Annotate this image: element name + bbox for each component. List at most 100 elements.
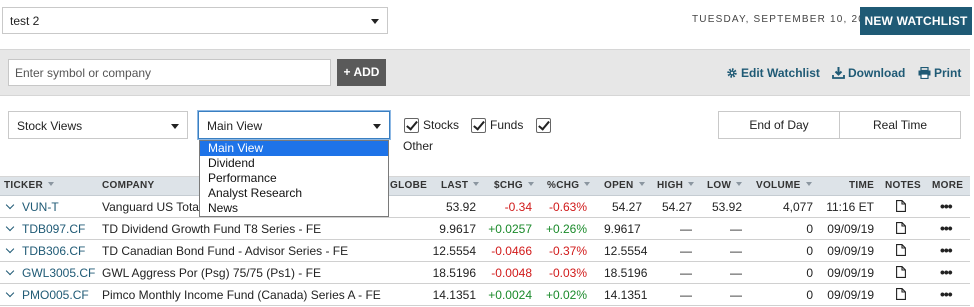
table-row[interactable]: PMO005.CF Pimco Monthly Income Fund (Can… [0, 284, 970, 306]
last-price: 18.5196 [432, 266, 476, 280]
dropdown-option-dividend[interactable]: Dividend [200, 156, 388, 171]
col-header-pchg[interactable]: %CHG [547, 180, 591, 191]
volume: 0 [806, 288, 813, 302]
sort-icon [736, 182, 743, 186]
table-row[interactable]: GWL3005.CF GWL Aggress Por (Psg) 75/75 (… [0, 262, 970, 284]
last-price: 14.1351 [432, 288, 476, 302]
more-options-icon[interactable]: ••• [940, 220, 953, 236]
add-button[interactable]: + ADD [337, 59, 386, 86]
funds-checkbox[interactable] [471, 118, 486, 133]
chevron-down-icon[interactable] [5, 288, 15, 298]
time: 09/09/19 [827, 266, 874, 280]
high-price: 54.27 [661, 200, 692, 214]
col-header-low[interactable]: LOW [707, 180, 743, 191]
sort-icon [527, 182, 534, 186]
time: 09/09/19 [827, 244, 874, 258]
stocks-checkbox[interactable] [404, 118, 419, 133]
high-price: — [680, 222, 692, 236]
dropdown-option-performance[interactable]: Performance [200, 171, 388, 186]
download-link[interactable]: Download [832, 66, 905, 80]
edit-watchlist-link[interactable]: Edit Watchlist [726, 66, 820, 80]
other-checkbox[interactable] [536, 118, 551, 133]
percent-change: +0.02% [545, 288, 587, 302]
end-of-day-button[interactable]: End of Day [719, 112, 839, 138]
table-row[interactable]: TDB097.CF TD Dividend Growth Fund T8 Ser… [0, 218, 970, 240]
ticker-link[interactable]: TDB097.CF [22, 222, 85, 236]
chevron-down-icon[interactable] [5, 222, 15, 232]
chevron-down-icon [171, 124, 179, 129]
dropdown-option-main-view[interactable]: Main View [200, 141, 388, 156]
download-icon [832, 67, 845, 79]
more-options-icon[interactable]: ••• [940, 198, 953, 214]
note-icon[interactable] [896, 200, 906, 212]
open-price: 12.5554 [604, 244, 648, 258]
col-header-company[interactable]: COMPANY [102, 180, 154, 191]
more-options-icon[interactable]: ••• [940, 286, 953, 302]
open-price: 9.9617 [604, 222, 641, 236]
col-header-ticker[interactable]: TICKER [4, 180, 55, 191]
col-header-time[interactable]: TIME [849, 180, 874, 191]
dropdown-option-analyst-research[interactable]: Analyst Research [200, 186, 388, 201]
volume: 4,077 [782, 200, 813, 214]
col-header-globe[interactable]: GLOBE [390, 180, 427, 191]
last-price: 9.9617 [439, 222, 476, 236]
more-options-icon[interactable]: ••• [940, 264, 953, 280]
volume: 0 [806, 244, 813, 258]
other-checkbox-label: Other [403, 139, 434, 153]
low-price: — [730, 288, 742, 302]
col-header-chg[interactable]: $CHG [494, 180, 534, 191]
symbol-search-input[interactable] [8, 59, 331, 86]
volume: 0 [806, 266, 813, 280]
low-price: — [730, 266, 742, 280]
print-link[interactable]: Print [918, 66, 961, 80]
ticker-link[interactable]: GWL3005.CF [22, 266, 95, 280]
sort-icon [473, 182, 480, 186]
download-label: Download [848, 66, 906, 80]
col-header-high[interactable]: HIGH [657, 180, 695, 191]
ticker-link[interactable]: TDB306.CF [22, 244, 85, 258]
real-time-button[interactable]: Real Time [839, 112, 960, 138]
sort-icon [48, 182, 55, 186]
col-header-last[interactable]: LAST [441, 180, 480, 191]
low-price: — [730, 222, 742, 236]
company-name: GWL Aggress Por (Psg) 75/75 (Ps1) - FE [102, 266, 321, 280]
chevron-down-icon[interactable] [5, 266, 15, 276]
open-price: 14.1351 [604, 288, 648, 302]
edit-watchlist-label: Edit Watchlist [741, 66, 820, 80]
sort-icon [805, 182, 812, 186]
company-name: TD Canadian Bond Fund - Advisor Series -… [102, 244, 349, 258]
dropdown-option-news[interactable]: News [200, 201, 388, 216]
volume: 0 [806, 222, 813, 236]
new-watchlist-button[interactable]: NEW WATCHLIST [860, 7, 972, 35]
table-row[interactable]: VUN-T Vanguard US Total M 53.92 -0.34 -0… [0, 196, 970, 218]
main-view-select[interactable]: Main View [198, 111, 390, 139]
note-icon[interactable] [896, 288, 906, 300]
high-price: — [680, 244, 692, 258]
low-price: — [730, 244, 742, 258]
sort-icon [688, 182, 695, 186]
watchlist-select[interactable]: test 2 [2, 7, 388, 34]
chevron-down-icon [373, 124, 381, 129]
ticker-link[interactable]: PMO005.CF [22, 288, 89, 302]
more-options-icon[interactable]: ••• [940, 242, 953, 258]
open-price: 18.5196 [604, 266, 648, 280]
col-header-open[interactable]: OPEN [604, 180, 645, 191]
stock-views-select[interactable]: Stock Views [8, 111, 188, 139]
last-price: 53.92 [445, 200, 476, 214]
stock-views-value: Stock Views [17, 119, 83, 133]
chevron-down-icon[interactable] [5, 244, 15, 254]
table-row[interactable]: TDB306.CF TD Canadian Bond Fund - Adviso… [0, 240, 970, 262]
percent-change: -0.37% [548, 244, 587, 258]
sort-icon [584, 182, 591, 186]
col-header-volume[interactable]: VOLUME [756, 180, 812, 191]
note-icon[interactable] [896, 266, 906, 278]
ticker-link[interactable]: VUN-T [22, 200, 59, 214]
table-header: TICKER COMPANY GLOBE LAST $CHG %CHG OPEN… [0, 177, 970, 196]
chevron-down-icon[interactable] [5, 200, 15, 210]
watchlist-select-value: test 2 [10, 14, 40, 28]
add-symbol-bar: + ADD Edit Watchlist Download Print [0, 49, 970, 96]
note-icon[interactable] [896, 244, 906, 256]
low-price: 53.92 [711, 200, 742, 214]
time: 09/09/19 [827, 288, 874, 302]
note-icon[interactable] [896, 222, 906, 234]
